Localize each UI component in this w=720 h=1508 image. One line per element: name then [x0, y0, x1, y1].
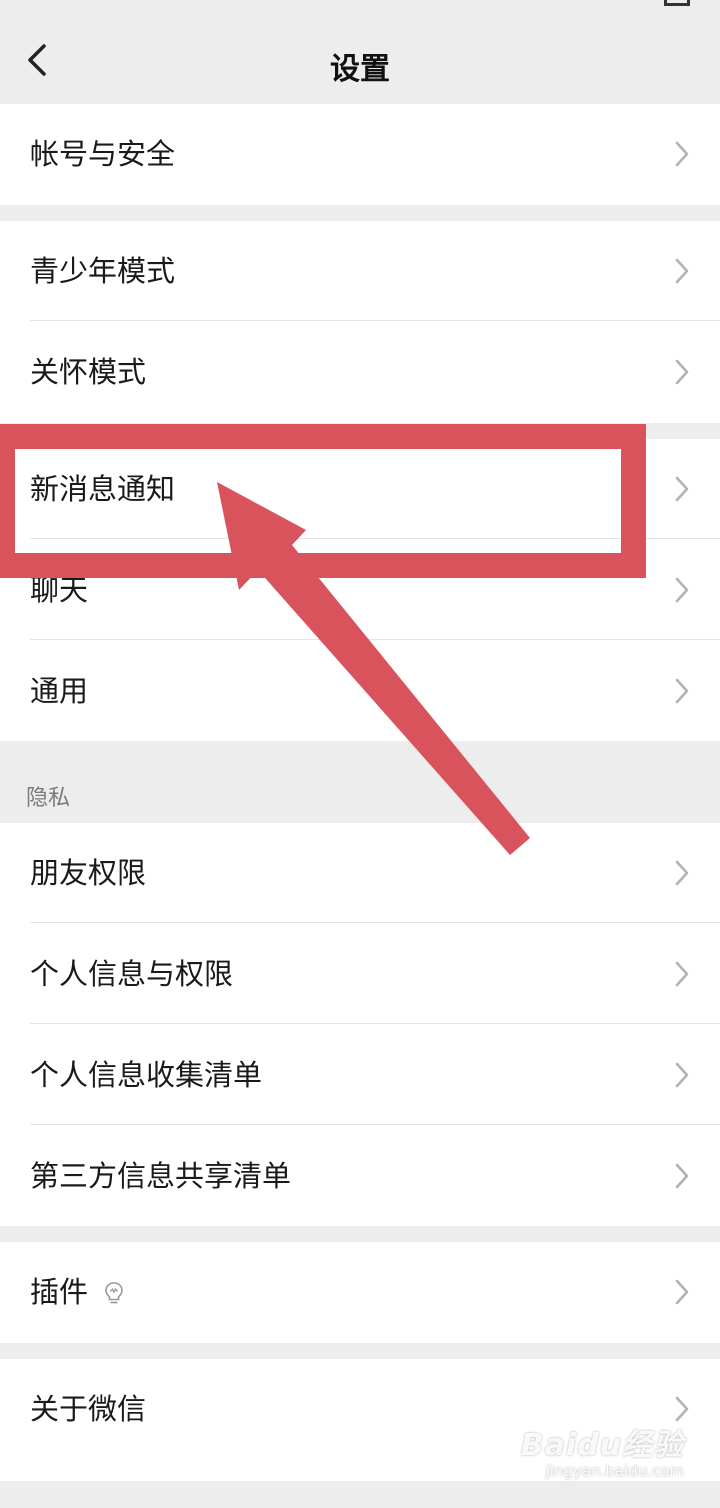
row-label: 帐号与安全 — [30, 137, 176, 171]
group-general: 新消息通知 聊天 通用 — [0, 439, 720, 741]
row-divider — [30, 639, 720, 640]
settings-row-third-party-sharing[interactable]: 第三方信息共享清单 — [0, 1126, 720, 1226]
group-account: 帐号与安全 — [0, 104, 720, 205]
settings-row-personal-info-permissions[interactable]: 个人信息与权限 — [0, 924, 720, 1024]
row-divider — [30, 320, 720, 321]
row-label: 青少年模式 — [30, 254, 176, 288]
row-divider — [30, 538, 720, 539]
row-divider — [30, 1023, 720, 1024]
row-divider — [30, 922, 720, 923]
row-label: 个人信息与权限 — [30, 957, 234, 991]
settings-row-chat[interactable]: 聊天 — [0, 540, 720, 640]
watermark: Baidu经验 jingyan.baidu.com — [521, 1420, 684, 1480]
row-label: 个人信息收集清单 — [30, 1058, 263, 1092]
status-icons — [664, 0, 690, 6]
battery-icon — [664, 0, 690, 6]
chevron-right-icon — [675, 1279, 689, 1305]
chevron-right-icon — [675, 860, 689, 886]
section-title-privacy: 隐私 — [26, 786, 71, 811]
status-bar — [0, 0, 720, 14]
settings-row-account-security[interactable]: 帐号与安全 — [0, 104, 720, 204]
chevron-right-icon — [675, 258, 689, 284]
group-plugins: 插件 — [0, 1242, 720, 1343]
watermark-url: jingyan.baidu.com — [545, 1462, 684, 1480]
settings-row-personal-info-collection[interactable]: 个人信息收集清单 — [0, 1025, 720, 1125]
row-label: 通用 — [30, 674, 89, 708]
settings-row-new-message-notification[interactable]: 新消息通知 — [0, 439, 720, 539]
settings-screen: 设置 帐号与安全 青少年模式 关怀模式 新消息通知 聊天 通用 隐私 朋友权限 … — [0, 0, 720, 1508]
chevron-right-icon — [675, 359, 689, 385]
bulb-icon — [105, 1282, 123, 1304]
row-label: 关于微信 — [30, 1392, 147, 1426]
chevron-right-icon — [675, 1163, 689, 1189]
row-divider — [30, 1124, 720, 1125]
chevron-right-icon — [675, 1062, 689, 1088]
row-label: 第三方信息共享清单 — [30, 1159, 292, 1193]
settings-row-plugins[interactable]: 插件 — [0, 1242, 720, 1342]
group-modes: 青少年模式 关怀模式 — [0, 221, 720, 423]
chevron-right-icon — [675, 961, 689, 987]
nav-header: 设置 — [0, 14, 720, 104]
chevron-right-icon — [675, 141, 689, 167]
settings-row-care-mode[interactable]: 关怀模式 — [0, 322, 720, 422]
chevron-right-icon — [675, 1396, 689, 1422]
chevron-right-icon — [675, 678, 689, 704]
row-label: 聊天 — [30, 573, 89, 607]
row-label: 朋友权限 — [30, 856, 147, 890]
row-label: 插件 — [30, 1275, 89, 1309]
row-label: 新消息通知 — [30, 472, 176, 506]
chevron-right-icon — [675, 577, 689, 603]
group-privacy: 朋友权限 个人信息与权限 个人信息收集清单 第三方信息共享清单 — [0, 823, 720, 1226]
settings-row-friend-permissions[interactable]: 朋友权限 — [0, 823, 720, 923]
chevron-right-icon — [675, 476, 689, 502]
settings-row-teen-mode[interactable]: 青少年模式 — [0, 221, 720, 321]
settings-row-general[interactable]: 通用 — [0, 641, 720, 741]
row-label: 关怀模式 — [30, 355, 147, 389]
page-title: 设置 — [330, 52, 390, 87]
watermark-logo: Baidu经验 — [520, 1428, 684, 1463]
